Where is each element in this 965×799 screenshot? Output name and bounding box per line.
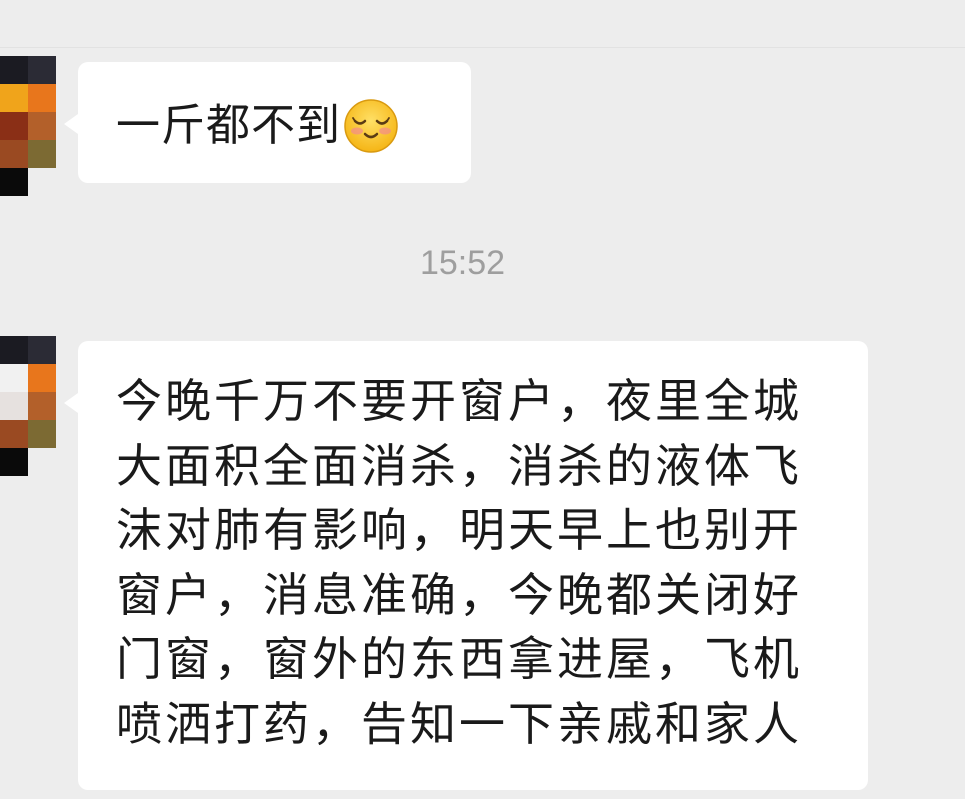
contact-avatar[interactable]	[0, 336, 56, 476]
message-bubble[interactable]: 今晚千万不要开窗户，夜里全城 大面积全面消杀，消杀的液体飞 沫对肺有影响，明天早…	[64, 341, 868, 790]
message-line: 门窗，窗外的东西拿进屋，飞机	[116, 632, 802, 687]
chat-view: 一斤都不到 15:52 今晚千万不要开窗户，夜里全城 大面积全面消杀，消杀的液体…	[0, 0, 965, 799]
smiling-face-with-closed-eyes-emoji-icon	[343, 98, 399, 154]
message-bubble[interactable]: 一斤都不到	[64, 62, 471, 183]
message-line: 大面积全面消杀，消杀的液体飞	[116, 438, 802, 493]
message-text: 今晚千万不要开窗户，夜里全城 大面积全面消杀，消杀的液体飞 沫对肺有影响，明天早…	[116, 369, 832, 757]
message-line: 沫对肺有影响，明天早上也别开	[116, 503, 802, 558]
message-line: 喷洒打药，告知一下亲戚和家人	[116, 696, 802, 751]
contact-avatar[interactable]	[0, 56, 56, 196]
message-line: 今晚千万不要开窗户，夜里全城	[116, 374, 802, 428]
message-text: 一斤都不到	[116, 98, 471, 154]
divider	[0, 47, 965, 48]
message-line: 窗户，消息准确，今晚都关闭好	[116, 567, 802, 622]
message-timestamp: 15:52	[419, 244, 506, 282]
message-text-content: 一斤都不到	[116, 100, 341, 151]
